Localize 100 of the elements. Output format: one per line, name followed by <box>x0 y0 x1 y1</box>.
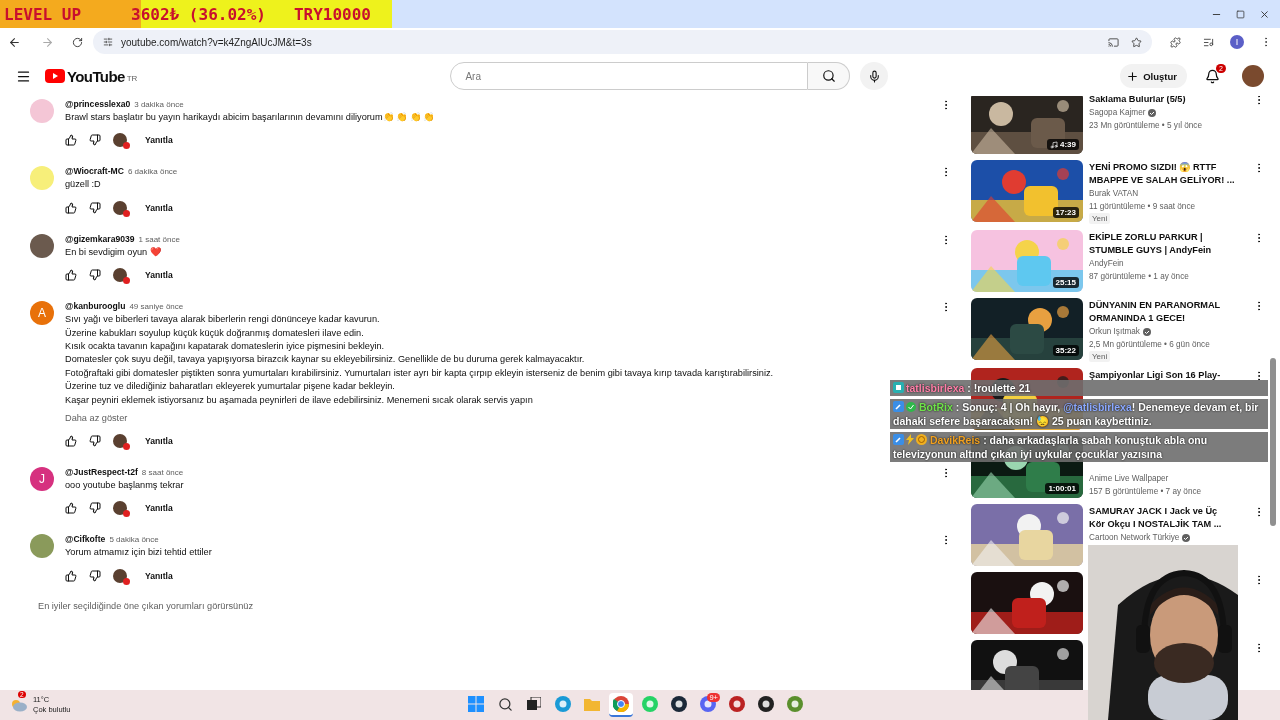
play-logo-icon[interactable] <box>45 69 65 83</box>
search-icon[interactable] <box>497 696 513 712</box>
video-duration: 1:00:01 <box>1045 483 1079 494</box>
mic-button[interactable] <box>860 62 889 90</box>
thumbs-down-icon[interactable] <box>89 569 101 582</box>
comment-text: Brawl stars başlatır bu yayın harikaydı abicim başarılarının devamını diliyorum👏 👏 👏 👏 <box>65 111 435 124</box>
music-note-icon <box>1050 140 1058 149</box>
comment-author[interactable]: @gizemkara9039 <box>65 233 135 244</box>
video-title[interactable]: ORMANINDA 1 GECE! <box>1089 312 1247 325</box>
video-title[interactable]: SAMURAY JACK I Jack ve Üç <box>1089 505 1247 518</box>
comment-time[interactable]: 49 saniye önce <box>129 302 184 312</box>
cast-icon[interactable] <box>1108 36 1119 48</box>
scrollbar-thumb[interactable] <box>1270 358 1276 526</box>
show-less-link[interactable]: Daha az göster <box>65 413 128 424</box>
thumbs-up-icon[interactable] <box>65 569 77 582</box>
reply-button[interactable]: Yanıtla <box>145 436 173 447</box>
address-bar[interactable]: youtube.com/watch?v=k4ZngAlUcJM&t=3s <box>93 30 1152 54</box>
app-icon[interactable] <box>758 696 774 712</box>
comment-time[interactable]: 6 dakika önce <box>127 167 178 177</box>
comment-text: Kaşar peyniri eklemek istiyorsanız bu aşamada peynirleri de ilave edebilirsiniz. Menemeni sıcak olarak servis yapın <box>65 393 533 407</box>
star-icon[interactable] <box>1131 36 1142 48</box>
comment-author[interactable]: @Cifkofte <box>65 534 106 545</box>
thumbs-down-icon[interactable] <box>89 502 101 515</box>
channel-name[interactable]: Sagopa Kajmer <box>1089 106 1146 119</box>
chat-message: BotRix : Sonuç: 4 | Oh hayır, @tatlisbirlexa! Denemeye devam et, bir dahaki sefere başaracaksın! 😓 25 puan kaybettiniz. <box>890 399 1268 429</box>
chat-message: tatlisbirlexa : !roulette 21 <box>890 380 1268 396</box>
comment-time[interactable]: 3 dakika önce <box>134 100 184 109</box>
comment-author[interactable]: @Wiocraft-MC <box>65 166 124 177</box>
avatar[interactable] <box>30 233 54 258</box>
create-button[interactable]: Oluştur <box>1120 64 1187 88</box>
video-title[interactable]: Kör Okçu I NOSTALJİK TAM ... <box>1089 518 1247 531</box>
profile-avatar[interactable]: I <box>1230 35 1244 49</box>
app-icon[interactable] <box>671 696 687 712</box>
thumbs-down-icon[interactable] <box>89 134 101 147</box>
comment-text: Yorum atmamız için bizi tehtid ettiler <box>65 546 212 560</box>
video-meta: 87 görüntüleme • 1 ay önce <box>1089 271 1190 283</box>
reload-icon[interactable] <box>72 36 83 48</box>
mic-icon <box>867 69 881 83</box>
site-settings-icon[interactable] <box>103 37 113 47</box>
comment-text: Üzerine kabukları soyulup küçük küçük doğranmış domatesleri ilave edin. <box>65 326 364 340</box>
channel-name[interactable]: Cartoon Network Türkiye <box>1089 531 1180 544</box>
video-duration: 35:22 <box>1052 345 1079 356</box>
comment-time[interactable]: 5 dakika önce <box>109 535 159 545</box>
comment-time[interactable]: 1 saat önce <box>138 234 180 244</box>
reply-button[interactable]: Yanıtla <box>145 570 173 581</box>
thumbs-down-icon[interactable] <box>89 435 101 448</box>
channel-name[interactable]: Burak VATAN <box>1089 187 1139 200</box>
new-badge: Yeni <box>1089 213 1111 224</box>
new-badge: Yeni <box>1089 351 1111 362</box>
thumbs-down-icon[interactable] <box>89 201 101 214</box>
menu-icon[interactable] <box>16 68 31 84</box>
comment-text: güzell :D <box>65 178 101 192</box>
video-meta: 157 B görüntüleme • 7 ay önce <box>1089 486 1203 498</box>
avatar[interactable] <box>30 534 54 559</box>
channel-name[interactable]: AndyFein <box>1089 257 1124 270</box>
video-title[interactable]: MBAPPE VE SALAH GELİYOR! ... <box>1089 174 1247 187</box>
comment-author[interactable]: @princesslexa0 <box>65 99 131 109</box>
media-icon[interactable] <box>1203 36 1214 48</box>
video-title[interactable]: Saklama Bulurlar (5/5) <box>1089 96 1247 106</box>
comment-author[interactable]: @JustRespect-t2f <box>65 467 138 478</box>
video-title[interactable]: EKİPLE ZORLU PARKUR | <box>1089 231 1247 244</box>
region-code: TR <box>126 73 138 83</box>
search-field[interactable]: Ara <box>450 62 809 90</box>
lightning-icon <box>906 434 914 445</box>
video-title[interactable]: STUMBLE GUYS | AndyFein <box>1089 244 1247 257</box>
goal-label: LEVEL UP <box>4 4 82 24</box>
channel-name[interactable]: Anime Live Wallpaper <box>1089 472 1169 485</box>
logo-text[interactable]: YouTube <box>67 67 125 85</box>
comments-note: En iyiler seçildiğinde öne çıkan yorumları görürsünüz <box>38 600 254 611</box>
thumbs-up-icon[interactable] <box>65 502 77 515</box>
badge-icon <box>893 382 904 393</box>
back-icon[interactable] <box>8 35 21 49</box>
maximize-icon[interactable] <box>1236 9 1245 19</box>
video-title[interactable]: DÜNYANIN EN PARANORMAL <box>1089 299 1247 312</box>
channel-name[interactable]: Orkun Işıtmak <box>1089 325 1140 338</box>
reply-button[interactable]: Yanıtla <box>145 202 173 213</box>
video-title[interactable]: YENİ PROMO SIZDI! 😱 RTTF <box>1089 161 1247 174</box>
comment-time[interactable]: 8 saat önce <box>141 468 184 478</box>
thumbs-up-icon[interactable] <box>65 134 77 147</box>
video-meta: 23 Mn görüntüleme • 5 yıl önce <box>1089 120 1203 132</box>
chat-message: DavikReis : daha arkadaşlarla sabah konuştuk abla onu televizyonun altınd çıkan iyi uykular çocuklar yazısına <box>890 432 1268 462</box>
extensions-icon[interactable] <box>1170 36 1181 48</box>
reply-button[interactable]: Yanıtla <box>145 503 173 514</box>
bell-icon[interactable] <box>1205 68 1220 84</box>
thumbs-up-icon[interactable] <box>65 201 77 214</box>
thumbs-up-icon[interactable] <box>65 435 77 448</box>
reply-button[interactable]: Yanıtla <box>145 270 173 281</box>
close-icon[interactable] <box>1259 8 1270 20</box>
comment-author[interactable]: @kanburooglu <box>65 301 126 312</box>
account-avatar[interactable] <box>1242 65 1264 87</box>
search-button[interactable] <box>808 62 851 90</box>
video-meta: 2,5 Mn görüntüleme • 6 gün önce <box>1089 339 1211 351</box>
video-duration: 4:39 <box>1047 139 1079 150</box>
reply-button[interactable]: Yanıtla <box>145 135 173 146</box>
check-icon <box>906 402 916 412</box>
avatar[interactable]: J <box>30 467 54 492</box>
thumbs-down-icon[interactable] <box>89 269 101 282</box>
task-view-icon[interactable] <box>527 697 541 711</box>
thumbs-up-icon[interactable] <box>65 269 77 282</box>
video-title[interactable]: Şampiyonlar Ligi Son 16 Play- <box>1089 369 1247 382</box>
